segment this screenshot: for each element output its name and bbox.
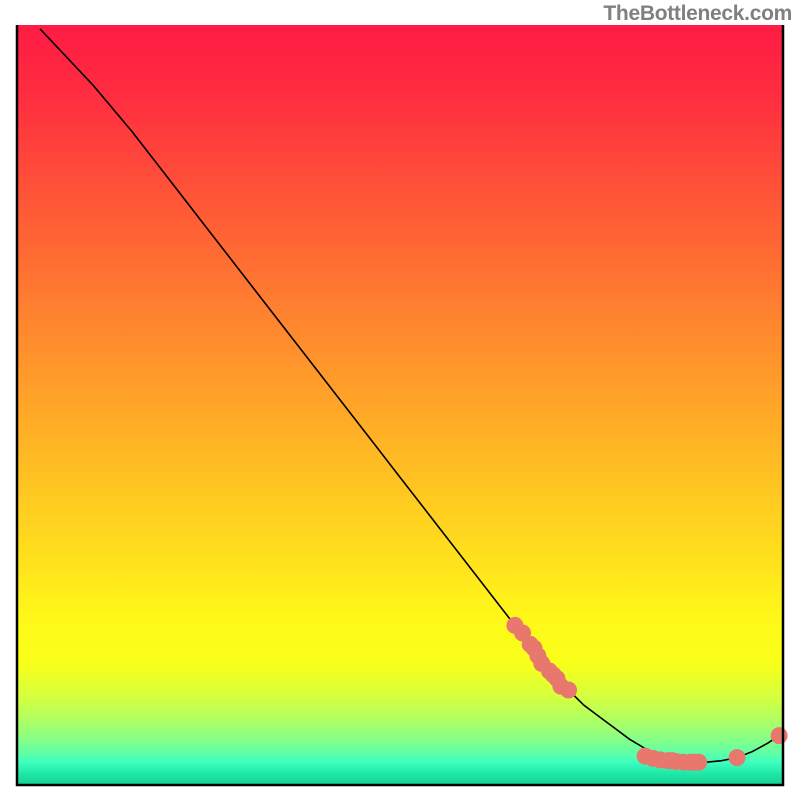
scatter-point: [771, 727, 788, 744]
watermark-text: TheBottleneck.com: [603, 2, 792, 26]
scatter-point: [690, 754, 707, 771]
scatter-point: [560, 682, 577, 699]
plot-background: [17, 25, 783, 785]
chart-container: TheBottleneck.com: [0, 0, 800, 800]
chart-svg: [0, 0, 800, 800]
scatter-point: [729, 749, 746, 766]
